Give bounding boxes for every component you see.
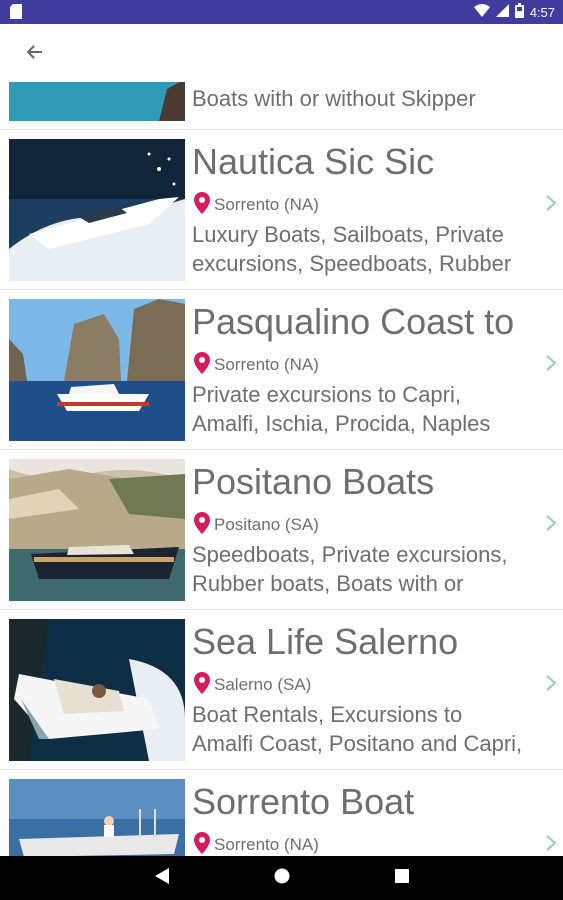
description-line: Amalfi Coast, Positano and Capri, [192,731,523,756]
chevron-right-icon [544,834,558,852]
list-item[interactable]: Sorrento Boat Sorrento (NA) [0,770,563,856]
wifi-icon [473,4,490,20]
triangle-back-icon [155,867,169,889]
description-line: Luxury Boats, Sailboats, Private [192,222,504,247]
signal-icon [495,4,509,20]
battery-icon [514,3,524,21]
location-label: Positano (SA) [214,515,319,534]
list-item[interactable]: Positano Boats Positano (SA) Speedboats,… [0,450,563,610]
app-bar [0,24,563,82]
listing-photo [9,619,185,761]
listing-location: Salerno (SA) [194,671,312,699]
location-label: Salerno (SA) [214,675,312,694]
listing-title: Pasqualino Coast to [192,301,515,342]
listing-location: Sorrento (NA) [194,351,319,379]
description-line: Boat Rentals, Excursions to [192,702,463,727]
location-label: Sorrento (NA) [214,835,319,854]
listing-location: Positano (SA) [194,511,319,539]
chevron-right-icon [544,354,558,372]
system-navigation-bar [0,856,563,900]
listing-description: Speedboats, Private excursions, Rubber b… [192,540,542,598]
location-pin-icon [194,671,210,699]
list-item[interactable]: Pasqualino Coast to Sorrento (NA) Privat… [0,290,563,450]
listing-photo [9,299,185,441]
list-item[interactable]: Nautica Sic Sic Sorrento (NA) Luxury Boa… [0,130,563,290]
location-label: Sorrento (NA) [214,195,319,214]
listing-description: Private excursions to Capri, Amalfi, Isc… [192,380,542,438]
nav-back-button[interactable] [150,866,174,890]
listing-title: Sea Life Salerno [192,621,459,662]
square-recents-icon [395,868,409,888]
nav-home-button[interactable] [270,866,294,890]
location-pin-icon [194,511,210,539]
description-line: excursions, Speedboats, Rubber [192,251,512,276]
listing-title: Positano Boats [192,461,435,502]
arrow-back-icon [25,43,43,66]
location-pin-icon [194,831,210,857]
chevron-right-icon [544,514,558,532]
listing-photo [9,459,185,601]
listing-description: Boat Rentals, Excursions to Amalfi Coast… [192,700,542,758]
location-pin-icon [194,351,210,379]
location-label: Sorrento (NA) [214,355,319,374]
description-line: Speedboats, Private excursions, [192,542,508,567]
sd-card-icon [10,4,22,19]
clock-time: 4:57 [529,4,555,20]
description-line: Private excursions to Capri, [192,382,461,407]
chevron-right-icon [544,194,558,212]
nav-recents-button[interactable] [390,866,414,890]
location-pin-icon [194,191,210,219]
status-bar: 4:57 [0,0,563,24]
description-line: Amalfi, Ischia, Procida, Naples [192,411,491,436]
chevron-right-icon [544,674,558,692]
listing-location: Sorrento (NA) [194,191,319,219]
listing-list[interactable]: Boats with or without Skipper Nautica Si… [0,82,563,856]
list-item[interactable]: Sea Life Salerno Salerno (SA) Boat Renta… [0,610,563,770]
listing-photo [9,139,185,281]
listing-photo [9,82,185,121]
description-line: Rubber boats, Boats with or [192,571,464,596]
listing-location: Sorrento (NA) [194,831,319,857]
listing-title: Sorrento Boat [192,781,415,822]
listing-title: Nautica Sic Sic [192,141,435,182]
back-button[interactable] [16,36,52,72]
listing-photo [9,779,185,856]
listing-description-line: Boats with or without Skipper [192,86,476,111]
circle-home-icon [274,868,290,889]
listing-description: Luxury Boats, Sailboats, Private excursi… [192,220,542,278]
list-item[interactable]: Boats with or without Skipper [0,82,563,130]
